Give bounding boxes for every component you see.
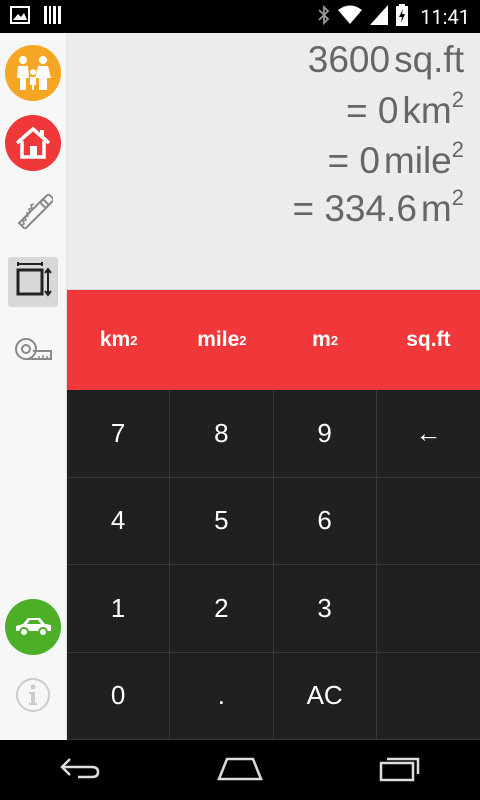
sidebar-item-area[interactable] [5, 254, 61, 310]
battery-icon [396, 4, 409, 30]
mile2-value: 0 [359, 140, 380, 181]
sidebar-item-info[interactable] [5, 669, 61, 725]
unit-tab-bar: km 2 mile 2 m2 sq.ft [67, 290, 480, 390]
km2-exponent: 2 [451, 87, 464, 112]
equals-sign: = [345, 90, 378, 131]
sidebar-item-tape[interactable] [5, 324, 61, 380]
key-9[interactable]: 9 [273, 390, 377, 478]
m2-unit: m [420, 188, 452, 229]
key-decimal[interactable]: . [170, 652, 274, 740]
unit-label: mile [197, 328, 240, 351]
bluetooth-icon [318, 4, 330, 29]
saw-icon [13, 193, 55, 233]
unit-exponent: 2 [130, 332, 138, 348]
signal-icon [370, 5, 389, 29]
key-empty [376, 478, 480, 565]
sidebar-item-saw[interactable] [5, 185, 61, 241]
recents-icon [378, 754, 422, 786]
clear-key[interactable]: AC [273, 652, 377, 740]
navigation-bar [0, 740, 480, 800]
unit-tab-sqft[interactable]: sq.ft [377, 290, 480, 390]
backspace-key[interactable]: ← [376, 390, 480, 478]
key-empty [376, 653, 480, 740]
image-icon [10, 6, 30, 28]
display-line-m2: = 334.6 m2 [292, 185, 464, 230]
keypad: 7 8 9 ← 4 5 6 1 2 3 0 . AC [67, 390, 480, 740]
key-7[interactable]: 7 [67, 390, 171, 478]
key-empty [376, 565, 480, 653]
house-icon [5, 115, 61, 171]
recents-button[interactable] [360, 745, 440, 795]
home-icon [215, 755, 265, 785]
sidebar-item-family[interactable] [5, 45, 61, 101]
sidebar-item-car[interactable] [5, 599, 61, 655]
family-icon [5, 45, 61, 101]
wifi-icon [338, 5, 363, 29]
key-5[interactable]: 5 [170, 477, 274, 565]
display-line-input: 3600 sq.ft [308, 39, 464, 81]
key-1[interactable]: 1 [67, 565, 171, 653]
equals-sign: = [327, 140, 360, 181]
unit-label: km [99, 328, 131, 351]
barcode-icon [44, 6, 62, 28]
equals-sign: = [292, 188, 325, 229]
key-3[interactable]: 3 [273, 565, 377, 653]
status-bar: 11:41 [0, 0, 480, 33]
unit-tab-m2[interactable]: m2 [274, 290, 377, 390]
m2-value: 334.6 [324, 188, 417, 229]
display-line-mile2: = 0 mile2 [327, 137, 464, 182]
key-2[interactable]: 2 [170, 565, 274, 653]
km2-value: 0 [377, 90, 399, 131]
home-button[interactable] [200, 745, 280, 795]
km2-unit: km [402, 90, 452, 131]
unit-tab-mile2[interactable]: mile 2 [170, 290, 273, 390]
sidebar-item-house[interactable] [5, 115, 61, 171]
key-4[interactable]: 4 [67, 477, 171, 565]
back-icon [58, 756, 102, 784]
input-unit: sq.ft [394, 39, 464, 80]
clock: 11:41 [420, 5, 470, 29]
unit-label: m [312, 328, 331, 351]
back-button[interactable] [40, 745, 120, 795]
key-8[interactable]: 8 [170, 390, 274, 478]
area-icon [14, 261, 52, 303]
mile2-unit: mile [383, 140, 452, 181]
info-icon [15, 677, 51, 717]
key-6[interactable]: 6 [273, 477, 377, 565]
unit-exponent: 2 [239, 332, 247, 348]
tape-measure-icon [13, 335, 53, 369]
sidebar [0, 33, 67, 740]
input-value: 3600 [307, 39, 391, 80]
conversion-display: 3600 sq.ft = 0 km2 = 0 mile2 = 334.6 m2 [67, 33, 480, 290]
car-icon [5, 599, 61, 655]
display-line-km2: = 0 km2 [346, 87, 464, 132]
key-0[interactable]: 0 [67, 652, 171, 740]
mile2-exponent: 2 [451, 137, 464, 162]
unit-exponent: 2 [330, 332, 339, 348]
unit-label: sq.ft [406, 328, 451, 351]
unit-tab-km2[interactable]: km 2 [67, 290, 170, 390]
m2-exponent: 2 [451, 185, 464, 210]
